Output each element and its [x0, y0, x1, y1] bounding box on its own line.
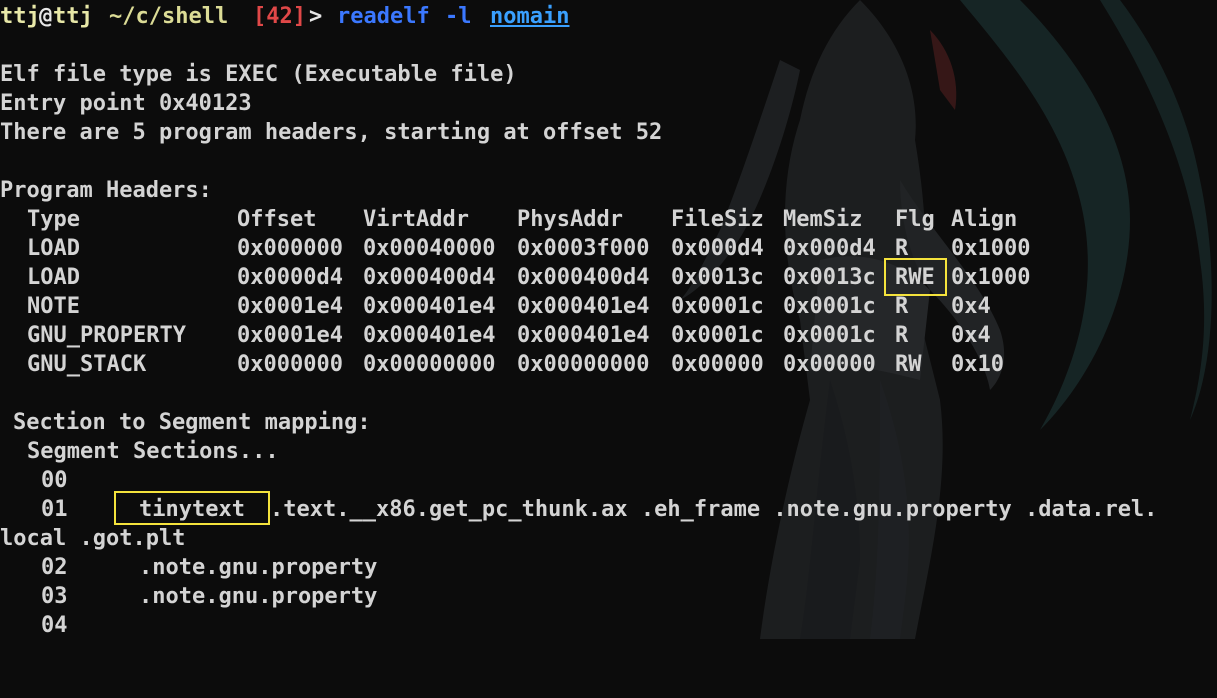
- command-arg-file[interactable]: nomain: [490, 2, 569, 31]
- rwe-highlight-box: [884, 258, 947, 296]
- cell-flg: R: [895, 294, 909, 319]
- cell-align: 0x1000: [951, 265, 1031, 290]
- table-row: LOAD 0x000000 0x00040000 0x0003f000 0x00…: [0, 234, 1217, 263]
- cell-physaddr: 0x00000000: [517, 352, 650, 377]
- cell-align: 0x10: [951, 352, 1004, 377]
- table-row: NOTE 0x0001e4 0x000401e4 0x000401e4 0x00…: [0, 292, 1217, 321]
- cell-physaddr: 0x0003f000: [517, 236, 650, 261]
- cell-memsiz: 0x00000: [783, 352, 876, 377]
- col-virtaddr: VirtAddr: [363, 207, 469, 232]
- prompt-user: ttj: [0, 4, 40, 29]
- cell-type: NOTE: [27, 294, 80, 319]
- command-flag: -l: [445, 4, 472, 29]
- program-headers-column-row: Type Offset VirtAddr PhysAddr FileSiz Me…: [0, 205, 1217, 234]
- cell-type: LOAD: [27, 236, 80, 261]
- cell-physaddr: 0x000401e4: [517, 294, 650, 319]
- cell-memsiz: 0x0013c: [783, 265, 876, 290]
- table-row: GNU_STACK 0x000000 0x00000000 0x00000000…: [0, 350, 1217, 379]
- cell-offset: 0x0001e4: [237, 294, 343, 319]
- mapping-title: Section to Segment mapping:: [0, 408, 1217, 437]
- program-header-count-line: There are 5 program headers, starting at…: [0, 120, 663, 145]
- command-name: readelf: [337, 4, 430, 29]
- cell-align: 0x4: [951, 323, 991, 348]
- prompt-path: ~/c/shell: [109, 4, 229, 29]
- table-row: GNU_PROPERTY 0x0001e4 0x000401e4 0x00040…: [0, 321, 1217, 350]
- tinytext-highlight-box: [114, 491, 270, 525]
- col-flg: Flg: [895, 207, 935, 232]
- cell-virtaddr: 0x000401e4: [363, 294, 496, 319]
- cell-offset: 0x000000: [237, 352, 343, 377]
- cell-filesiz: 0x0001c: [671, 323, 764, 348]
- cell-virtaddr: 0x000400d4: [363, 265, 496, 290]
- cell-virtaddr: 0x00000000: [363, 352, 496, 377]
- list-item: 03 .note.gnu.property: [0, 582, 1217, 611]
- mapping-title-text: Section to Segment mapping:: [13, 410, 371, 435]
- cell-align: 0x1000: [951, 236, 1031, 261]
- col-memsiz: MemSiz: [783, 207, 863, 232]
- terminal-window: ttj @ ttj ~/c/shell [42] > readelf -l no…: [0, 0, 1217, 639]
- cell-virtaddr: 0x000401e4: [363, 323, 496, 348]
- cell-filesiz: 0x0013c: [671, 265, 764, 290]
- section-list: .note.gnu.property: [139, 555, 378, 580]
- prompt-symbol: >: [309, 4, 323, 29]
- cell-offset: 0x000000: [237, 236, 343, 261]
- mapping-header: Segment Sections...: [0, 437, 1217, 466]
- segment-number: 02: [41, 555, 68, 580]
- col-physaddr: PhysAddr: [517, 207, 623, 232]
- cell-align: 0x4: [951, 294, 991, 319]
- segment-number: 04: [41, 613, 68, 638]
- cell-virtaddr: 0x00040000: [363, 236, 496, 261]
- prompt-at: @: [39, 4, 53, 29]
- cell-filesiz: 0x0001c: [671, 294, 764, 319]
- col-filesiz: FileSiz: [671, 207, 764, 232]
- cell-flg: RW: [895, 352, 922, 377]
- cell-memsiz: 0x0001c: [783, 294, 876, 319]
- cell-type: GNU_STACK: [27, 352, 147, 377]
- prompt-host: ttj: [53, 4, 93, 29]
- cell-physaddr: 0x000400d4: [517, 265, 650, 290]
- elf-type-line: Elf file type is EXEC (Executable file): [0, 62, 517, 87]
- cell-offset: 0x0000d4: [237, 265, 343, 290]
- mapping-header-text: Segment Sections...: [27, 439, 279, 464]
- cell-flg: R: [895, 323, 909, 348]
- table-row: LOAD 0x0000d4 0x000400d4 0x000400d4 0x00…: [0, 263, 1217, 292]
- col-offset: Offset: [237, 207, 317, 232]
- cell-memsiz: 0x000d4: [783, 236, 876, 261]
- section-list-wrapped: local .got.plt: [0, 526, 186, 551]
- cell-type: LOAD: [27, 265, 80, 290]
- segment-number: 03: [41, 584, 68, 609]
- section-list: .note.gnu.property: [139, 584, 378, 609]
- cell-physaddr: 0x000401e4: [517, 323, 650, 348]
- prompt-line: ttj @ ttj ~/c/shell [42] > readelf -l no…: [0, 2, 1217, 31]
- cell-memsiz: 0x0001c: [783, 323, 876, 348]
- segment-number: 00: [41, 468, 68, 493]
- list-item: 02 .note.gnu.property: [0, 553, 1217, 582]
- col-type: Type: [27, 207, 80, 232]
- cell-type: GNU_PROPERTY: [27, 323, 186, 348]
- section-list: .text.__x86.get_pc_thunk.ax .eh_frame .n…: [270, 497, 1158, 522]
- list-item: 04: [0, 611, 1217, 640]
- segment-number: 01: [41, 497, 68, 522]
- list-item-wrap: local .got.plt: [0, 524, 1217, 553]
- cell-filesiz: 0x000d4: [671, 236, 764, 261]
- prompt-status: [42]: [253, 4, 306, 29]
- program-headers-title: Program Headers:: [0, 178, 212, 203]
- cell-filesiz: 0x00000: [671, 352, 764, 377]
- cell-offset: 0x0001e4: [237, 323, 343, 348]
- entry-point-line: Entry point 0x40123: [0, 91, 252, 116]
- col-align: Align: [951, 207, 1018, 232]
